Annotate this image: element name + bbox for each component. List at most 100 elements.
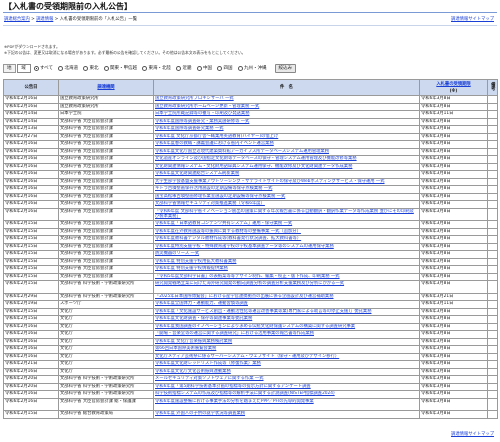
cell-subject-link[interactable]: 「劇場・音楽堂等の運営に関する調査研究」における活用事業の報告書等作成業務 <box>153 330 420 339</box>
subject-link[interactable]: 文化財関連情報システム・文化財用語辞典システム運用保守、機能改修及び文化財関連デ… <box>155 164 352 169</box>
cell-subject-link[interactable]: 令和6年度 特別支援学校情報提供業務 <box>153 265 420 274</box>
subject-link[interactable]: 科学技術指標システムの作成及び指標等の解析手法に関する計測調査(NISTEP指標… <box>155 391 335 396</box>
sitemap-link-bottom[interactable]: 調達情報サイトマップ <box>451 432 494 438</box>
radio-icon[interactable] <box>237 65 243 71</box>
subject-link[interactable]: 令和6年度文化財調査・保存等関連事業等委託業務 <box>155 316 252 321</box>
subject-link[interactable]: 日本学士院所蔵記録等の複写・印刷及び発送業務 <box>155 111 250 116</box>
cell-subject-link[interactable]: 日本学士院所蔵記録等の複写・印刷及び発送業務 <box>153 110 420 119</box>
cell-subject-link[interactable]: 令和6年度文化財関連総合システム刷新業務 <box>153 170 420 179</box>
cell-subject-link[interactable]: 第66回日本国際美術展覧会業務 <box>153 345 420 354</box>
cell-subject-link[interactable]: 「令和5年度文部科学白書」の表紙案等等デザイン制作、編集・校正・版下作成、印刷業… <box>153 272 420 281</box>
filter-submit-button[interactable]: 絞込み <box>274 63 297 73</box>
subject-link[interactable]: 「劇場・音楽堂等の運営に関する調査研究」における活用事業の報告書等作成業務 <box>155 331 314 336</box>
subject-link[interactable]: 国立教育政策研究所プロキシサーバ 一式 <box>155 96 234 101</box>
cell-subject-link[interactable]: 令和6年度国際等調査研究業務 一式 <box>153 125 420 134</box>
radio-icon[interactable] <box>176 65 182 71</box>
header-deadline[interactable]: 入札書の受領期限 (※) <box>419 79 488 96</box>
cell-subject-link[interactable]: 文部科学省情報セキュリティ対策推進業務（令和6年度） <box>153 200 420 209</box>
subject-link[interactable]: 国立教育政策研究所ホームページ更新・管理業務 一式 <box>155 104 259 109</box>
subject-link[interactable]: 「令和6年度 文部科学省イノベーション創出の施策に関する年次報告書に係る自動翻訳… <box>155 209 414 219</box>
cell-subject-link[interactable]: 令和6年度 外国人の子供の就学状況等調査業務 <box>153 410 420 419</box>
region-option-all[interactable]: すべて <box>33 65 53 71</box>
subject-link[interactable]: 令和6年度春の教職・講義会議における省内イベント運営業務 <box>155 141 274 146</box>
cell-subject-link[interactable]: 令和6年度我国調査のイノベーションにより求める伝統文化財保護システムの構築に関す… <box>153 322 420 331</box>
cell-subject-link[interactable]: 「2025年日本国際博覧会」における産学官連携拠点の出展に係る企画設計及び運営補… <box>153 292 420 301</box>
region-option-hokkaido[interactable]: 北海道 <box>58 65 78 71</box>
subject-link[interactable]: 令和6年度全国体力・運動能力、運動習慣等調査 <box>155 301 248 306</box>
subject-link[interactable]: 国宝高松塚古墳壁画修理作業室施設の定期設備等保守点検業務 一式 <box>155 194 285 199</box>
subject-link[interactable]: 令和6年度「文化施設サービス創出・運動活性化等運営改善事業等業(専門家による助言… <box>155 309 372 314</box>
cell-subject-link[interactable]: 令和6年度 文化庁京都庁舎～職業用英語教育(ハイヤー)の借上げ <box>153 132 420 141</box>
cell-subject-link[interactable]: 防災機器のリース 一式 <box>153 250 420 259</box>
cell-subject-link[interactable]: 研究開発戦略立案に向けた海外研究開発の動向調査分析の調査分析支援業務及び分析にか… <box>153 280 420 294</box>
subject-link[interactable]: 文化庁メディア芸術祭に係るサーバーシステム・ウェブサイト（保守・運用及びデザイン… <box>155 354 339 359</box>
cell-subject-link[interactable]: 令和6年度国際等調査研究・業務実施研修等 一式 <box>153 117 420 126</box>
cell-subject-link[interactable]: 令和6年度春の教職・講義会議における省内イベント運営業務 <box>153 140 420 149</box>
subject-link[interactable]: 防災機器のリース 一式 <box>155 251 199 256</box>
subject-link[interactable]: 令和6年度特別支援学校・特殊教育諸学校の学校基本調査データ等のシステムの運用保守… <box>155 244 334 249</box>
sitemap-link-top[interactable]: 調達情報サイトマップ <box>451 17 494 23</box>
cell-subject-link[interactable]: 「令和6年度 文部科学省イノベーション創出の施策に関する年次報告書に係る自動翻訳… <box>153 207 420 221</box>
radio-icon[interactable] <box>103 65 109 71</box>
breadcrumb-home-link[interactable]: 調達総合案内 <box>4 17 30 22</box>
subject-link[interactable]: 令和6年度文化庁国立近現代建築資料館アーカイブズ所データベースシステム運用管理業… <box>155 149 329 154</box>
cell-subject-link[interactable]: 文化遺産オンライン及び国指定文化財等データベースの保守・管理システム運用管理及び… <box>153 155 420 164</box>
cell-subject-link[interactable]: メールセキュリティ対策ソフトウェアに関する作業 一式 <box>153 375 420 384</box>
region-option-tohoku[interactable]: 東北 <box>83 65 99 71</box>
cell-subject-link[interactable]: 文化庁メディア芸術祭に係るサーバーシステム・ウェブサイト（保守・運用及びデザイン… <box>153 352 420 361</box>
subject-link[interactable]: 令和6年度 文化庁京都庁舎～職業用英語教育(ハイヤー)の借上げ <box>155 134 278 139</box>
cell-subject-link[interactable]: 国宝高松塚古墳壁画修理作業室施設の定期設備等保守点検業務 一式 <box>153 192 420 201</box>
header-agency[interactable]: 調達機関 <box>58 79 154 96</box>
subject-link[interactable]: キトラ古墳壁画保存活用施設の定期設備等保守点検業務 一式 <box>155 186 272 191</box>
subject-link[interactable]: 令和6年度 外国人の子供の就学状況等調査業務 <box>155 411 245 416</box>
subject-link[interactable]: 研究開発戦略立案に向けた海外研究開発の動向調査分析の調査分析支援業務及び分析にか… <box>155 281 344 286</box>
region-option-chugoku[interactable]: 中国 <box>196 65 212 71</box>
radio-icon[interactable] <box>83 65 89 71</box>
cell-subject-link[interactable]: 科学技術指標システムの作成及び指標等の解析手法に関する計測調査(NISTEP指標… <box>153 390 420 399</box>
subject-link[interactable]: 「令和5年度文部科学白書」の表紙案等等デザイン制作、編集・校正・版下作成、印刷業… <box>155 274 340 279</box>
cell-subject-link[interactable]: 令和6年度文化庁国立近現代建築資料館アーカイブズ所データベースシステム運用管理業… <box>153 147 420 156</box>
subject-link[interactable]: 令和6年度文化財レッドリスト作成等（修復作業）業務 <box>155 361 261 366</box>
cell-subject-link[interactable]: 文化財関連情報システム・文化財用語辞典システム運用保守、機能改修及び文化財関連デ… <box>153 162 420 171</box>
cell-subject-link[interactable]: 令和6年度全国体力・運動能力、運動習慣等調査 <box>153 300 420 309</box>
subject-link[interactable]: 令和6年度「日本語教育コンテンツ共有システム」運用・保守業務 一式 <box>155 221 292 226</box>
cell-subject-link[interactable]: 令和6年度在外教育施設等の振興に資する教材等の整備事業 一式（追加分） <box>153 227 420 236</box>
subject-link[interactable]: 文部科学省情報セキュリティ対策推進業務（令和6年度） <box>155 201 265 206</box>
cell-subject-link[interactable]: 令和6年度特別支援学校・特殊教育諸学校の学校基本調査データ等のシステムの運用保守… <box>153 242 420 251</box>
subject-link[interactable]: 令和6年度文化財関連総合システム刷新業務 <box>155 171 239 176</box>
radio-icon[interactable] <box>33 65 39 71</box>
radio-icon[interactable] <box>142 65 148 71</box>
subject-link[interactable]: 令和6年度施設整備における事業手法の分析を踏まえたPPP／PFIの先導的開発事業 <box>155 399 314 404</box>
cell-subject-link[interactable]: 令和6年度教科書デジタル教材作成等(教科書発行状況調査、拡大教科書等） <box>153 235 420 244</box>
subject-link[interactable]: メールセキュリティ対策ソフトウェアに関する作業 一式 <box>155 376 264 381</box>
subject-link[interactable]: 令和6年度国際等調査研究業務 一式 <box>155 126 224 131</box>
region-option-kinki[interactable]: 近畿 <box>176 65 192 71</box>
subject-link[interactable]: 令和6年度教科書デジタル教材作成等(教科書発行状況調査、拡大教科書等） <box>155 236 301 241</box>
region-option-tokai[interactable]: 東海・北陸 <box>142 65 171 71</box>
cell-subject-link[interactable]: 令和6年度「日本語教育コンテンツ共有システム」運用・保守業務 一式 <box>153 220 420 229</box>
radio-icon[interactable] <box>58 65 64 71</box>
subject-link[interactable]: 令和6年度 特別支援学校用拡大教科書業務 <box>155 259 236 264</box>
region-option-kyushu[interactable]: 九州・沖縄 <box>237 65 267 71</box>
cell-subject-link[interactable]: 令和6年度「文化施設サービス創出・運動活性化等運営改善事業等業(専門家による助言… <box>153 307 420 316</box>
subject-link[interactable]: 大学生部学会基盤支援事業アウトソーシング・サテライトサイトの保守及びWebホステ… <box>155 179 385 184</box>
cell-subject-link[interactable]: 令和6年度 特別支援学校用拡大教科書業務 <box>153 257 420 266</box>
subject-link[interactable]: 「2025年日本国際博覧会」における産学官連携拠点の出展に係る企画設計及び運営補… <box>155 294 334 299</box>
cell-subject-link[interactable]: 令和6年度施設整備における事業手法の分析を踏まえたPPP／PFIの先導的開発事業 <box>153 397 420 411</box>
region-option-kanto[interactable]: 関東・甲信越 <box>103 65 137 71</box>
breadcrumb-procurement-link[interactable]: 調達情報 <box>36 17 53 22</box>
subject-link[interactable]: 令和6年度「第5期科学技術基本計画の指標等の提示方針に関するアンケート調査 <box>155 384 311 389</box>
cell-subject-link[interactable]: 令和6年度 文化庁音楽振興業務検討業務 <box>153 337 420 346</box>
region-select[interactable]: 域 <box>16 63 31 73</box>
region-option-shikoku[interactable]: 四国 <box>217 65 233 71</box>
cell-subject-link[interactable]: 令和6年度文化庁文化芸術振興連動業務 <box>153 367 420 376</box>
subject-link[interactable]: 令和6年度在外教育施設等の振興に資する教材等の整備事業 一式（追加分） <box>155 229 301 234</box>
cell-subject-link[interactable]: キトラ古墳壁画保存活用施設の定期設備等保守点検業務 一式 <box>153 185 420 194</box>
cell-subject-link[interactable]: 令和6年度文化財レッドリスト作成等（修復作業）業務 <box>153 360 420 369</box>
subject-link[interactable]: 令和6年度我国調査のイノベーションにより求める伝統文化財保護システムの構築に関す… <box>155 324 355 329</box>
cell-subject-link[interactable]: 国立教育政策研究所プロキシサーバ 一式 <box>153 95 420 104</box>
cell-subject-link[interactable]: 大学生部学会基盤支援事業アウトソーシング・サテライトサイトの保守及びWebホステ… <box>153 177 420 186</box>
subject-link[interactable]: 令和6年度 特別支援学校情報提供業務 <box>155 266 228 271</box>
cell-subject-link[interactable]: 国立教育政策研究所ホームページ更新・管理業務 一式 <box>153 102 420 111</box>
radio-icon[interactable] <box>217 65 223 71</box>
